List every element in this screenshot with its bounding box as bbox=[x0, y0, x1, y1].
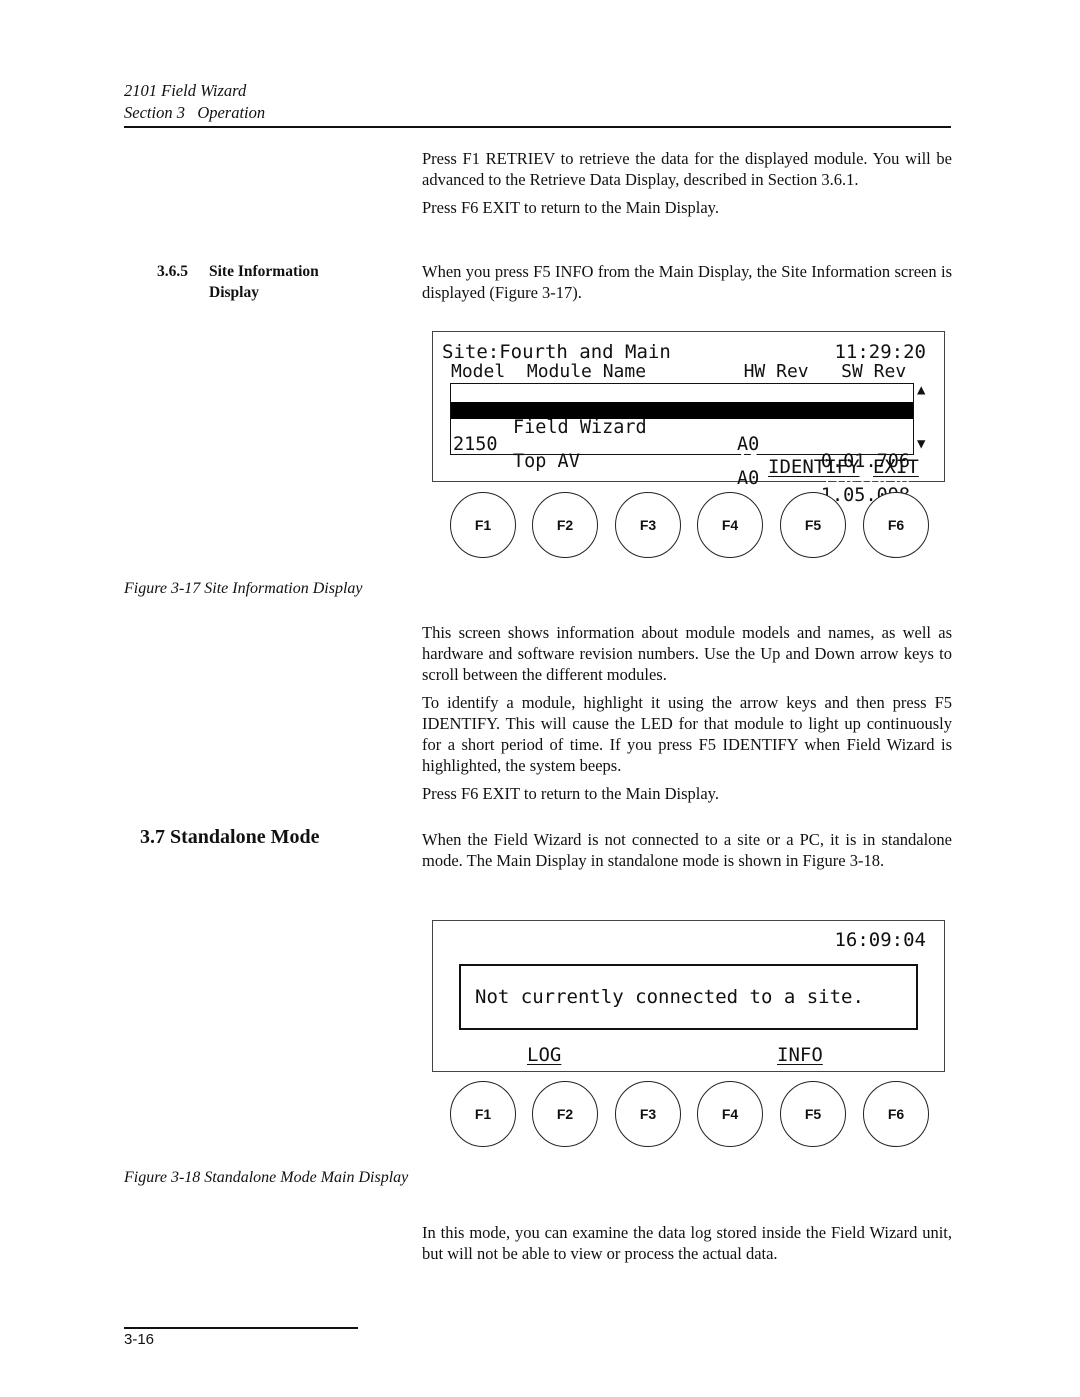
section-heading-3-6-5: 3.6.5 Site Information Display bbox=[157, 261, 319, 303]
intro-text: Press F1 RETRIEV to retrieve the data fo… bbox=[422, 148, 952, 225]
f5-button[interactable]: F5 bbox=[780, 492, 846, 558]
section-37-text: When the Field Wizard is not connected t… bbox=[422, 829, 952, 878]
module-list[interactable]: 2101 Field Wizard A0 0.01.706 2150 Botto… bbox=[450, 383, 914, 505]
f1-button[interactable]: F1 bbox=[450, 492, 516, 558]
section-number: 3.6.5 bbox=[157, 263, 188, 280]
paragraph: To identify a module, highlight it using… bbox=[422, 693, 952, 775]
lcd-standalone-main: 16:09:04 Not currently connected to a si… bbox=[432, 920, 945, 1072]
lcd-time: 16:09:04 bbox=[834, 929, 926, 951]
footer-rule bbox=[124, 1327, 358, 1329]
after-figure-17-text: This screen shows information about modu… bbox=[422, 622, 952, 811]
paragraph: When the Field Wizard is not connected t… bbox=[422, 830, 952, 870]
section-365-text: When you press F5 INFO from the Main Dis… bbox=[422, 261, 952, 310]
figure-caption: Figure 3-17 Site Information Display bbox=[124, 580, 363, 597]
header-rule bbox=[124, 126, 951, 128]
section-heading-3-7: 3.7 Standalone Mode bbox=[140, 826, 320, 848]
f2-button[interactable]: F2 bbox=[532, 1081, 598, 1147]
status-message-box: Not currently connected to a site. bbox=[459, 964, 918, 1030]
scroll-down-icon[interactable]: ▼ bbox=[917, 436, 925, 452]
lcd-time: 11:29:20 bbox=[834, 341, 926, 363]
softkey-exit[interactable]: EXIT bbox=[873, 456, 919, 478]
scroll-up-icon[interactable]: ▲ bbox=[917, 382, 925, 398]
softkey-info[interactable]: INFO bbox=[777, 1044, 823, 1066]
closing-text: In this mode, you can examine the data l… bbox=[422, 1222, 952, 1271]
f6-button[interactable]: F6 bbox=[863, 1081, 929, 1147]
running-header: 2101 Field Wizard Section 3 Operation bbox=[124, 80, 265, 124]
site-label: Site:Fourth and Main bbox=[442, 341, 671, 363]
paragraph: Press F1 RETRIEV to retrieve the data fo… bbox=[422, 149, 952, 189]
header-section: Section 3 Operation bbox=[124, 103, 266, 122]
paragraph: Press F6 EXIT to return to the Main Disp… bbox=[422, 784, 719, 803]
softkey-identify[interactable]: IDENTIFY bbox=[768, 456, 860, 478]
section-title: Site Information bbox=[209, 263, 319, 280]
function-keys: F1 F2 F3 F4 F5 F6 bbox=[450, 1081, 935, 1149]
paragraph: Press F6 EXIT to return to the Main Disp… bbox=[422, 198, 719, 217]
paragraph: In this mode, you can examine the data l… bbox=[422, 1223, 952, 1263]
f4-button[interactable]: F4 bbox=[697, 1081, 763, 1147]
header-title: 2101 Field Wizard bbox=[124, 81, 247, 100]
paragraph: This screen shows information about modu… bbox=[422, 623, 952, 684]
page-number: 3-16 bbox=[124, 1331, 155, 1348]
list-item[interactable]: 2101 Field Wizard A0 0.01.706 bbox=[451, 385, 913, 471]
list-item-selected[interactable]: 2150 Bottom AV A0 1.05.098 bbox=[451, 402, 913, 488]
section-title-cont: Display bbox=[209, 284, 259, 301]
f3-button[interactable]: F3 bbox=[615, 492, 681, 558]
f1-button[interactable]: F1 bbox=[450, 1081, 516, 1147]
f3-button[interactable]: F3 bbox=[615, 1081, 681, 1147]
module-name: Top AV bbox=[513, 451, 580, 472]
paragraph: When you press F5 INFO from the Main Dis… bbox=[422, 262, 952, 302]
figure-caption: Figure 3-18 Standalone Mode Main Display bbox=[124, 1169, 409, 1186]
column-headers: Model Module Name HW Rev SW Rev bbox=[451, 361, 907, 382]
function-keys: F1 F2 F3 F4 F5 F6 bbox=[450, 492, 935, 560]
f4-button[interactable]: F4 bbox=[697, 492, 763, 558]
lcd-site-information: Site:Fourth and Main 11:29:20 Model Modu… bbox=[432, 331, 945, 505]
hw-rev: A0 bbox=[737, 468, 760, 489]
status-message: Not currently connected to a site. bbox=[475, 986, 864, 1008]
module-model: 2150 bbox=[453, 434, 498, 455]
f6-button[interactable]: F6 bbox=[863, 492, 929, 558]
list-item[interactable]: 2150 Top AV A0 1.05.098 bbox=[451, 419, 913, 505]
f2-button[interactable]: F2 bbox=[532, 492, 598, 558]
softkey-log[interactable]: LOG bbox=[527, 1044, 561, 1066]
f5-button[interactable]: F5 bbox=[780, 1081, 846, 1147]
